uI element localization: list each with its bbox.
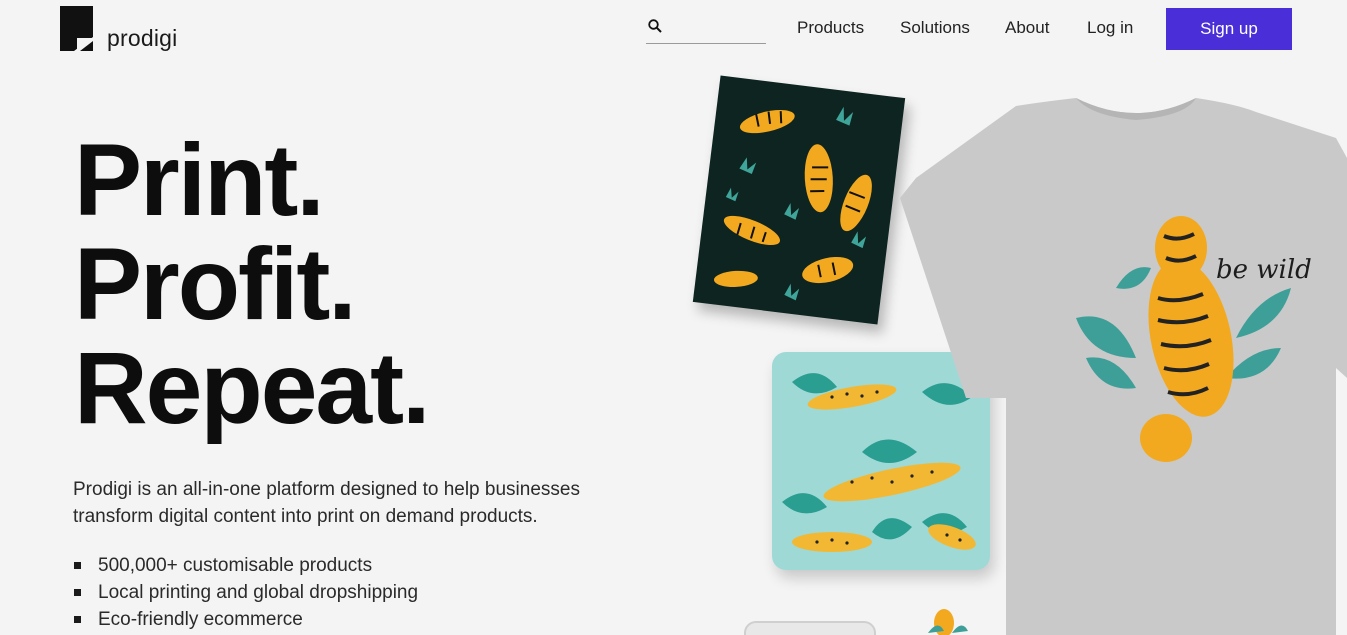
phone-case-product-image — [744, 621, 876, 635]
search-box[interactable] — [646, 12, 766, 44]
mug-product-image — [922, 605, 970, 635]
search-input[interactable] — [668, 14, 764, 40]
hero-title-line-profit: Profit. — [74, 227, 357, 341]
hero-title-line-repeat: Repeat. — [74, 331, 430, 445]
nav-products-wrap: Products — [797, 18, 864, 38]
nav-products[interactable]: Products — [797, 18, 864, 38]
feature-item: Local printing and global dropshipping — [74, 579, 418, 606]
feature-item: Eco-friendly ecommerce — [74, 606, 418, 633]
nav-about[interactable]: About — [1005, 18, 1049, 38]
nav-login-wrap: Log in — [1087, 18, 1133, 38]
logo[interactable]: prodigi — [60, 6, 177, 51]
bullet-icon — [74, 589, 81, 596]
hero-title-line-print: Print. — [74, 123, 325, 237]
feature-item: 500,000+ customisable products — [74, 552, 418, 579]
feature-text: 500,000+ customisable products — [98, 555, 373, 576]
hero-description: Prodigi is an all-in-one platform design… — [73, 479, 580, 527]
tshirt-print-text: be wild — [1216, 255, 1312, 285]
bullet-icon — [74, 616, 81, 623]
page: prodigi Products Solutions About Log in … — [0, 0, 1347, 635]
nav-solutions[interactable]: Solutions — [900, 18, 970, 38]
logo-mark-icon — [60, 6, 93, 51]
tshirt-product-image: be wild — [896, 98, 1347, 635]
poster-product-image — [692, 75, 906, 325]
hero-title: Print. Profit. Repeat. — [74, 123, 430, 445]
login-link[interactable]: Log in — [1087, 18, 1133, 38]
logo-text: prodigi — [107, 25, 178, 51]
feature-list: 500,000+ customisable products Local pri… — [74, 552, 418, 633]
nav-about-wrap: About — [1005, 18, 1049, 38]
signup-button[interactable]: Sign up — [1166, 8, 1292, 50]
nav-solutions-wrap: Solutions — [900, 18, 970, 38]
feature-text: Eco-friendly ecommerce — [98, 609, 303, 630]
feature-text: Local printing and global dropshipping — [98, 582, 419, 603]
search-icon — [648, 19, 662, 33]
bullet-icon — [74, 562, 81, 569]
